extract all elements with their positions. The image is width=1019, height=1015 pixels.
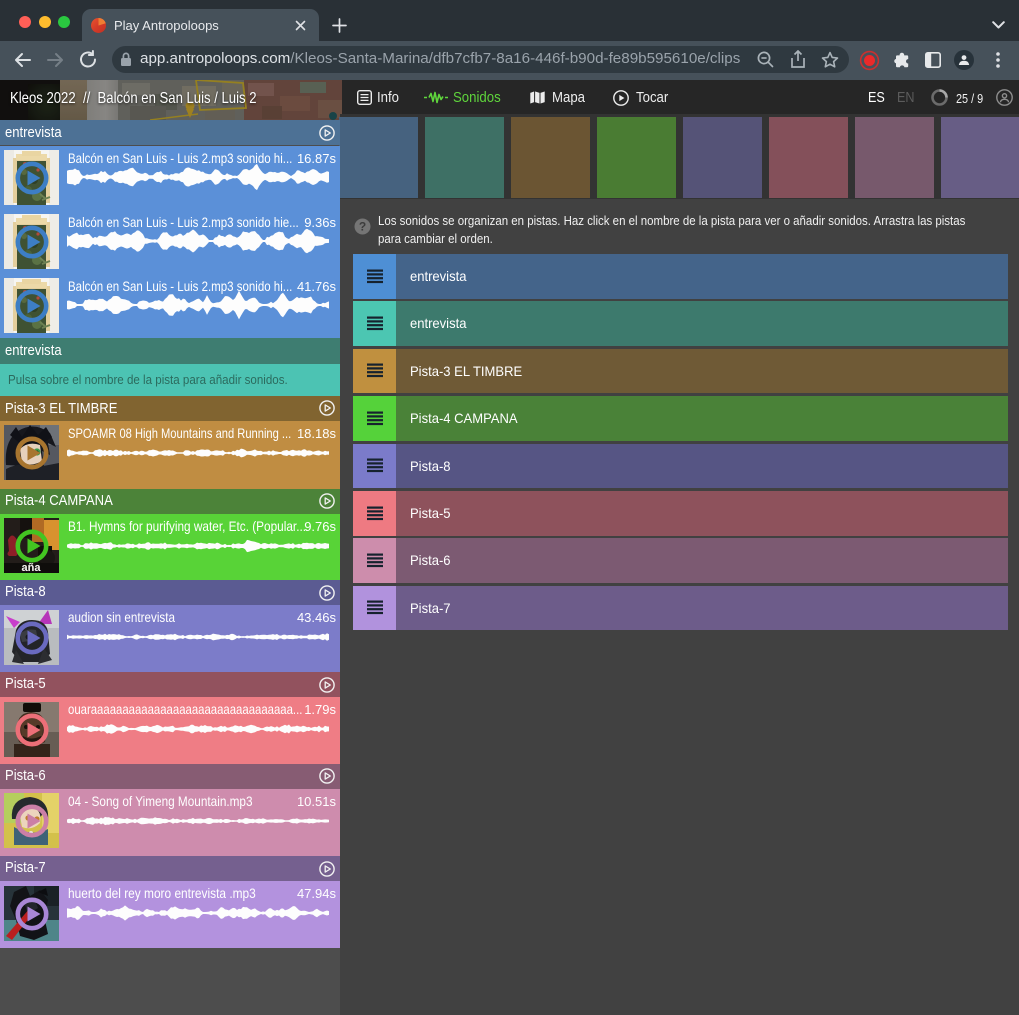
svg-text:?: ? [359, 220, 366, 234]
